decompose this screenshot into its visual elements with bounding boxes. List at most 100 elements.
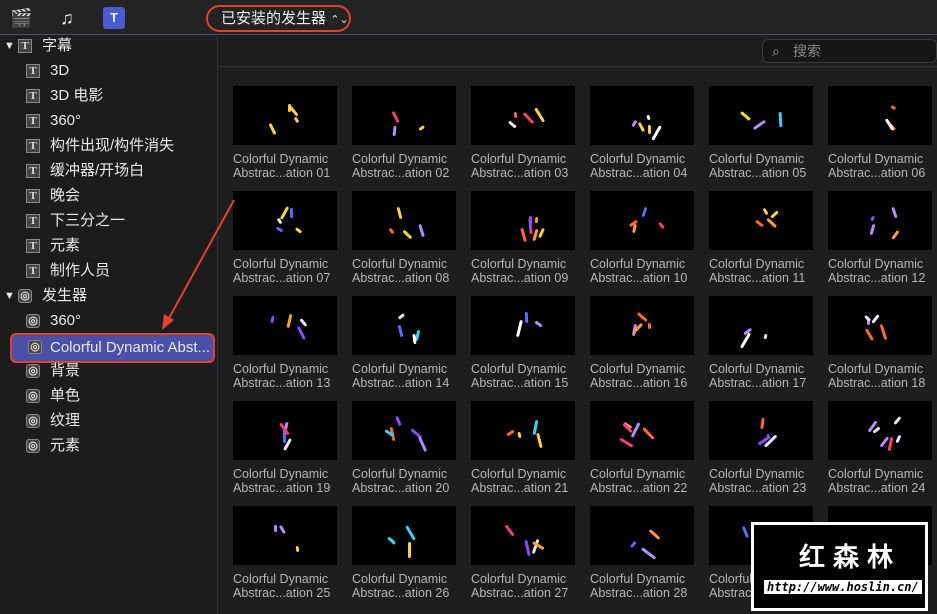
- generator-thumbnail-item[interactable]: Colorful Dynamic Abstrac...ation 25: [233, 506, 338, 600]
- title-icon: T: [26, 239, 40, 253]
- generator-thumbnail-item[interactable]: Colorful Dynamic Abstrac...ation 18: [828, 296, 933, 390]
- sidebar-item[interactable]: T 下三分之一: [0, 209, 218, 233]
- sidebar-item[interactable]: T 晚会: [0, 184, 218, 208]
- sidebar-item[interactable]: T 缓冲器/开场白: [0, 159, 218, 183]
- thumbnail-streak: [534, 320, 543, 328]
- generator-filter-popup[interactable]: 已安装的发生器 ⌃⌄: [206, 5, 351, 32]
- thumbnail-streak: [641, 206, 648, 217]
- generator-thumbnail-item[interactable]: Colorful Dynamic Abstrac...ation 13: [233, 296, 338, 390]
- title-icon: T: [26, 264, 40, 278]
- thumbnail-preview: [471, 401, 575, 460]
- generator-thumbnail-item[interactable]: Colorful Dynamic Abstrac...ation 03: [471, 86, 576, 180]
- sidebar-item[interactable]: ◎ 纹理: [0, 409, 218, 433]
- sidebar-item[interactable]: ◎ 元素: [0, 434, 218, 458]
- generator-icon: ◎: [26, 364, 40, 378]
- sidebar-item[interactable]: T 构件出现/构件消失: [0, 134, 218, 158]
- disclosure-triangle-icon[interactable]: ▼: [4, 284, 15, 308]
- thumbnail-preview: [590, 296, 694, 355]
- thumbnail-title-line2: Abstrac...ation 11: [709, 271, 806, 285]
- sidebar-item[interactable]: ◎ 背景: [0, 359, 218, 383]
- generator-thumbnail-item[interactable]: Colorful Dynamic Abstrac...ation 19: [233, 401, 338, 495]
- search-input[interactable]: ⌕ 搜索: [762, 39, 937, 63]
- generator-icon: ◎: [26, 389, 40, 403]
- thumbnail-streak: [395, 415, 402, 427]
- generator-thumbnail-item[interactable]: Colorful Dynamic Abstrac...ation 02: [352, 86, 457, 180]
- generator-thumbnail-item[interactable]: Colorful Dynamic Abstrac...ation 01: [233, 86, 338, 180]
- thumbnail-title-line2: Abstrac...ation 28: [590, 586, 688, 600]
- sidebar-item[interactable]: T 3D: [0, 59, 218, 83]
- generator-thumbnail-item[interactable]: Colorful Dynamic Abstrac...ation 27: [471, 506, 576, 600]
- generator-thumbnail-item[interactable]: Colorful Dynamic Abstrac...ation 08: [352, 191, 457, 285]
- thumbnail-title-line1: Colorful Dynamic: [352, 572, 448, 586]
- thumbnail-preview: [590, 86, 694, 145]
- thumbnail-streak: [392, 125, 397, 137]
- generator-thumbnail-item[interactable]: Colorful Dynamic Abstrac...ation 24: [828, 401, 933, 495]
- generator-thumbnail-item[interactable]: Colorful Dynamic Abstrac...ation 07: [233, 191, 338, 285]
- generator-thumbnail-item[interactable]: Colorful Dynamic Abstrac...ation 10: [590, 191, 695, 285]
- thumbnail-title-line2: Abstrac...ation 09: [471, 271, 569, 285]
- sidebar-item[interactable]: ◎ 单色: [0, 384, 218, 408]
- generator-thumbnail-item[interactable]: Colorful Dynamic Abstrac...ation 26: [352, 506, 457, 600]
- thumbnail-streak: [268, 122, 277, 136]
- thumbnail-streak: [619, 437, 635, 448]
- generator-thumbnail-item[interactable]: Colorful Dynamic Abstrac...ation 11: [709, 191, 814, 285]
- titles-generators-icon[interactable]: T: [103, 7, 125, 29]
- thumbnail-preview: [352, 86, 456, 145]
- thumbnail-streak: [534, 216, 539, 224]
- clapper-star-icon[interactable]: 🎬: [10, 7, 32, 29]
- thumbnail-streak: [535, 433, 543, 449]
- thumbnail-preview: [709, 401, 813, 460]
- generator-thumbnail-item[interactable]: Colorful Dynamic Abstrac...ation 28: [590, 506, 695, 600]
- generator-thumbnail-item[interactable]: Colorful Dynamic Abstrac...ation 04: [590, 86, 695, 180]
- generator-thumbnail-item[interactable]: Colorful Dynamic Abstrac...ation 16: [590, 296, 695, 390]
- thumbnail-title-line1: Colorful Dynamic: [590, 362, 686, 376]
- disclosure-triangle-icon[interactable]: ▼: [4, 34, 15, 58]
- generator-icon: ◎: [26, 314, 40, 328]
- thumbnail-streak: [864, 328, 875, 342]
- generator-icon: ◎: [26, 439, 40, 453]
- thumbnail-preview: [828, 296, 932, 355]
- chevron-updown-icon: ⌃⌄: [330, 14, 349, 26]
- generator-thumbnail-item[interactable]: Colorful Dynamic Abstrac...ation 14: [352, 296, 457, 390]
- generator-thumbnail-item[interactable]: Colorful Dynamic Abstrac...ation 06: [828, 86, 933, 180]
- thumbnail-preview: [233, 191, 337, 250]
- thumbnail-streak: [417, 223, 425, 237]
- thumbnail-streak: [405, 524, 416, 541]
- thumbnail-title-line1: Colorful Dynamic: [590, 572, 686, 586]
- thumbnail-title-line1: Colorful Dynamic: [590, 467, 686, 481]
- generator-thumbnail-item[interactable]: Colorful Dynamic Abstrac...ation 23: [709, 401, 814, 495]
- sidebar-item-label: 元素: [50, 237, 81, 254]
- thumbnail-streak: [890, 105, 897, 111]
- generator-thumbnail-item[interactable]: Colorful Dynamic Abstrac...ation 15: [471, 296, 576, 390]
- generator-thumbnail-item[interactable]: Colorful Dynamic Abstrac...ation 17: [709, 296, 814, 390]
- thumbnail-title-line1: Colorful Dynamic: [471, 152, 567, 166]
- sidebar-item[interactable]: T 元素: [0, 234, 218, 258]
- title-icon: T: [26, 164, 40, 178]
- sidebar-item-label: 字幕: [42, 37, 73, 54]
- music-photo-icon[interactable]: ♫: [56, 7, 78, 29]
- thumbnail-streak: [763, 333, 768, 340]
- thumbnail-streak: [528, 215, 532, 230]
- thumbnail-streak: [891, 206, 898, 219]
- generator-thumbnail-item[interactable]: Colorful Dynamic Abstrac...ation 12: [828, 191, 933, 285]
- thumbnail-streak: [524, 312, 529, 323]
- thumbnail-streak: [741, 525, 750, 539]
- sidebar-item[interactable]: ◎ 360°: [0, 309, 218, 333]
- generator-thumbnail-item[interactable]: Colorful Dynamic Abstrac...ation 05: [709, 86, 814, 180]
- sidebar-item[interactable]: T 制作人员: [0, 259, 218, 283]
- thumbnail-streak: [504, 524, 515, 537]
- generator-thumbnail-item[interactable]: Colorful Dynamic Abstrac...ation 20: [352, 401, 457, 495]
- thumbnail-preview: [590, 506, 694, 565]
- sidebar-item[interactable]: T 3D 电影: [0, 84, 218, 108]
- thumbnail-streak: [279, 524, 287, 535]
- sidebar-item[interactable]: T 360°: [0, 109, 218, 133]
- sidebar-item-label: 缓冲器/开场白: [50, 162, 145, 179]
- thumbnail-preview: [233, 401, 337, 460]
- generator-thumbnail-item[interactable]: Colorful Dynamic Abstrac...ation 09: [471, 191, 576, 285]
- sidebar-item[interactable]: ▼ ◎ 发生器: [0, 284, 218, 308]
- generator-thumbnail-item[interactable]: Colorful Dynamic Abstrac...ation 21: [471, 401, 576, 495]
- generator-thumbnail-item[interactable]: Colorful Dynamic Abstrac...ation 22: [590, 401, 695, 495]
- thumbnail-title-line2: Abstrac...ation 02: [352, 166, 450, 180]
- thumbnail-streak: [642, 426, 655, 440]
- sidebar-item[interactable]: ▼ T 字幕: [0, 34, 218, 58]
